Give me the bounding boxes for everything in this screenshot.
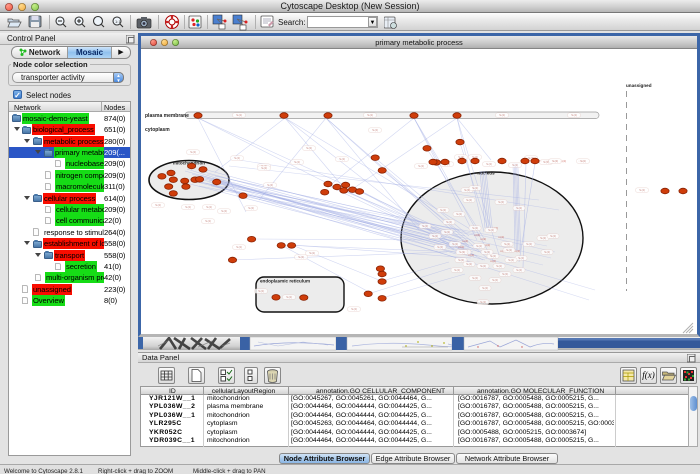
svg-text:S.(4): S.(4) bbox=[492, 278, 498, 282]
svg-text:S.(4): S.(4) bbox=[639, 188, 645, 192]
svg-text:S.(4): S.(4) bbox=[418, 164, 424, 168]
svg-text:S.(4): S.(4) bbox=[446, 220, 452, 224]
svg-text:endoplasmic reticulum: endoplasmic reticulum bbox=[260, 279, 310, 284]
svg-text:S.(4): S.(4) bbox=[234, 156, 240, 160]
svg-text:S.(4): S.(4) bbox=[458, 258, 464, 262]
svg-text:S.(4): S.(4) bbox=[540, 236, 546, 240]
svg-text:S.(4): S.(4) bbox=[309, 251, 315, 255]
svg-text:S.(4): S.(4) bbox=[480, 300, 486, 304]
svg-text:S.(4): S.(4) bbox=[516, 206, 522, 210]
svg-text:S.(4): S.(4) bbox=[306, 146, 312, 150]
svg-text:S.(4): S.(4) bbox=[236, 245, 242, 249]
svg-text:S.(4): S.(4) bbox=[432, 234, 438, 238]
svg-text:S.(4): S.(4) bbox=[580, 159, 586, 163]
svg-text:S.(4): S.(4) bbox=[484, 250, 490, 254]
svg-text:S.(4): S.(4) bbox=[508, 258, 514, 262]
svg-text:S.(4): S.(4) bbox=[498, 200, 504, 204]
svg-text:S.(4): S.(4) bbox=[571, 113, 577, 117]
svg-text:S.(4): S.(4) bbox=[544, 250, 550, 254]
svg-text:S.(4): S.(4) bbox=[496, 264, 502, 268]
svg-text:S.(4): S.(4) bbox=[454, 268, 460, 272]
svg-text:x.(4): x.(4) bbox=[474, 233, 480, 237]
svg-text:S.(4): S.(4) bbox=[550, 234, 556, 238]
svg-text:S.(4): S.(4) bbox=[372, 128, 378, 132]
svg-text:S.(4): S.(4) bbox=[452, 242, 458, 246]
svg-text:S.(4): S.(4) bbox=[502, 272, 508, 276]
svg-text:S.(4): S.(4) bbox=[261, 166, 267, 170]
svg-text:S.(4): S.(4) bbox=[351, 307, 357, 311]
svg-text:S.(4): S.(4) bbox=[267, 183, 273, 187]
svg-text:S.(4): S.(4) bbox=[221, 209, 227, 213]
svg-text:S.(4): S.(4) bbox=[516, 268, 522, 272]
svg-text:S.(4): S.(4) bbox=[298, 255, 304, 259]
svg-text:S.(4): S.(4) bbox=[294, 160, 300, 164]
svg-text:S.(4): S.(4) bbox=[444, 230, 450, 234]
svg-text:S.(4): S.(4) bbox=[472, 186, 478, 190]
svg-text:S.(4): S.(4) bbox=[185, 205, 191, 209]
svg-text:S.(4): S.(4) bbox=[206, 205, 212, 209]
svg-text:cytoplasm: cytoplasm bbox=[145, 127, 170, 133]
svg-text:S.(4): S.(4) bbox=[476, 244, 482, 248]
svg-text:S.(4): S.(4) bbox=[437, 245, 443, 249]
svg-text:S.(4): S.(4) bbox=[482, 286, 488, 290]
svg-text:S.(4): S.(4) bbox=[440, 208, 446, 212]
svg-text:S.(4): S.(4) bbox=[236, 113, 242, 117]
svg-text:S.(4): S.(4) bbox=[205, 219, 211, 223]
svg-text:1:1: 1:1 bbox=[115, 19, 121, 24]
svg-text:S.(4): S.(4) bbox=[466, 198, 472, 202]
svg-text:S.(4): S.(4) bbox=[248, 206, 254, 210]
svg-text:S.(4): S.(4) bbox=[526, 242, 532, 246]
svg-text:x.(4): x.(4) bbox=[498, 235, 504, 239]
svg-text:S.(4): S.(4) bbox=[459, 250, 465, 254]
svg-text:S.(4): S.(4) bbox=[552, 159, 558, 163]
svg-text:S.(4): S.(4) bbox=[472, 276, 478, 280]
svg-text:S.(4): S.(4) bbox=[480, 264, 486, 268]
svg-text:plasma membrane: plasma membrane bbox=[145, 113, 189, 119]
svg-text:x.(4): x.(4) bbox=[490, 259, 496, 263]
svg-text:S.(4): S.(4) bbox=[486, 162, 492, 166]
svg-text:x.(4): x.(4) bbox=[480, 237, 486, 241]
svg-text:S.(4): S.(4) bbox=[456, 212, 462, 216]
svg-text:S.(4): S.(4) bbox=[543, 160, 549, 164]
svg-text:S.(4): S.(4) bbox=[155, 203, 161, 207]
svg-text:S.(4): S.(4) bbox=[504, 242, 510, 246]
svg-text:S.(4): S.(4) bbox=[339, 157, 345, 161]
svg-text:S.(4): S.(4) bbox=[490, 254, 496, 258]
svg-text:S.(4): S.(4) bbox=[286, 295, 292, 299]
svg-text:S.(4): S.(4) bbox=[499, 113, 505, 117]
svg-text:S.(4): S.(4) bbox=[367, 113, 373, 117]
svg-text:S.(4): S.(4) bbox=[422, 224, 428, 228]
svg-text:S.(4): S.(4) bbox=[512, 163, 518, 167]
svg-text:S.(4): S.(4) bbox=[190, 150, 196, 154]
svg-text:S.(4): S.(4) bbox=[258, 289, 264, 293]
svg-text:S.(4): S.(4) bbox=[466, 262, 472, 266]
svg-text:S.(4): S.(4) bbox=[506, 248, 512, 252]
svg-text:S.(4): S.(4) bbox=[518, 256, 524, 260]
svg-text:unassigned: unassigned bbox=[626, 83, 652, 88]
svg-text:S.(4): S.(4) bbox=[488, 228, 494, 232]
svg-text:x.(4): x.(4) bbox=[462, 239, 468, 243]
svg-text:S.(4): S.(4) bbox=[472, 226, 478, 230]
